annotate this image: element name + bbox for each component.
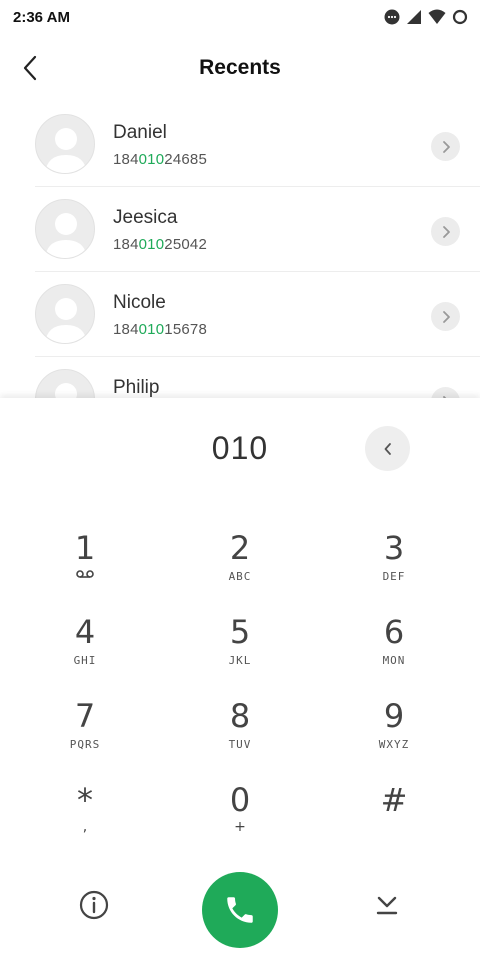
- contact-number: 18401025042: [113, 236, 207, 253]
- key-digit: 8: [229, 697, 251, 735]
- phone-icon: [227, 897, 253, 923]
- list-item[interactable]: Philip: [0, 357, 480, 400]
- key-7[interactable]: 7 PQRS: [25, 698, 145, 768]
- key-digit: 9: [383, 697, 405, 735]
- key-letters: TUV: [228, 738, 252, 751]
- key-4[interactable]: 4 GHI: [25, 614, 145, 684]
- dialer-actions: [0, 872, 480, 952]
- avatar: [35, 369, 95, 400]
- contact-name: Jeesica: [113, 207, 178, 228]
- call-button[interactable]: [202, 872, 278, 948]
- battery-icon: [452, 9, 468, 25]
- key-letters: ,: [82, 819, 88, 835]
- contact-name: Daniel: [113, 122, 167, 143]
- person-silhouette-icon: [55, 383, 77, 400]
- key-letters: DEF: [382, 570, 406, 583]
- list-item[interactable]: Nicole 18401015678: [0, 272, 480, 357]
- key-digit: 3: [383, 529, 405, 567]
- avatar: [35, 114, 95, 174]
- key-6[interactable]: 6 MON: [334, 614, 454, 684]
- key-digit: 4: [74, 613, 96, 651]
- list-item[interactable]: Daniel 18401024685: [0, 102, 480, 187]
- key-3[interactable]: 3 DEF: [334, 530, 454, 600]
- status-icons: [384, 9, 468, 25]
- contact-detail-button[interactable]: [431, 302, 460, 331]
- key-letters: MON: [382, 654, 406, 667]
- contact-name: Philip: [113, 377, 160, 398]
- contact-number: 18401015678: [113, 321, 207, 338]
- key-letters: ABC: [228, 570, 252, 583]
- key-hash[interactable]: #: [334, 782, 454, 852]
- key-9[interactable]: 9 WXYZ: [334, 698, 454, 768]
- key-digit: 5: [229, 613, 251, 651]
- key-digit: 7: [74, 697, 96, 735]
- key-digit: 6: [383, 613, 405, 651]
- person-silhouette-icon: [45, 128, 87, 173]
- header: Recents: [0, 44, 480, 92]
- chevron-right-icon: [442, 225, 450, 238]
- chevron-left-icon: [384, 442, 391, 455]
- person-silhouette-icon: [45, 298, 87, 343]
- key-digit: 1: [74, 529, 96, 567]
- voicemail-icon: [76, 570, 94, 578]
- key-digit: *: [77, 781, 93, 819]
- info-icon: [79, 890, 109, 920]
- key-letters: WXYZ: [378, 738, 410, 751]
- key-letters: PQRS: [69, 738, 101, 751]
- chevron-right-icon: [442, 310, 450, 323]
- contact-name: Nicole: [113, 292, 166, 313]
- key-digit: 2: [229, 529, 251, 567]
- collapse-down-icon: [376, 896, 398, 915]
- status-time: 2:36 AM: [13, 9, 70, 26]
- recents-list: Daniel 18401024685 Jeesica 18401025042 N…: [0, 102, 480, 400]
- wifi-icon: [428, 9, 446, 24]
- signal-icon: [407, 10, 421, 24]
- key-8[interactable]: 8 TUV: [180, 698, 300, 768]
- key-letters: GHI: [73, 654, 97, 667]
- backspace-button[interactable]: [365, 426, 410, 471]
- avatar: [35, 284, 95, 344]
- key-star[interactable]: * ,: [25, 782, 145, 852]
- key-letters: JKL: [228, 654, 252, 667]
- key-digit: #: [380, 781, 408, 819]
- key-2[interactable]: 2 ABC: [180, 530, 300, 600]
- status-bar: 2:36 AM: [0, 0, 480, 34]
- key-digit: 0: [229, 781, 251, 819]
- notification-dots-icon: [384, 9, 400, 25]
- info-button[interactable]: [77, 888, 111, 922]
- contact-number: 18401024685: [113, 151, 207, 168]
- key-0[interactable]: 0 +: [180, 782, 300, 852]
- person-silhouette-icon: [45, 213, 87, 258]
- list-item[interactable]: Jeesica 18401025042: [0, 187, 480, 272]
- collapse-dialpad-button[interactable]: [370, 888, 404, 922]
- chevron-right-icon: [442, 140, 450, 153]
- dialer-panel: 010 1 2 ABC 3 DEF 4 GHI 5 JKL 6 MON 7 PQ…: [0, 398, 480, 960]
- contact-detail-button[interactable]: [431, 132, 460, 161]
- key-1[interactable]: 1: [25, 530, 145, 600]
- key-letters: +: [234, 819, 246, 835]
- avatar: [35, 199, 95, 259]
- key-5[interactable]: 5 JKL: [180, 614, 300, 684]
- contact-detail-button[interactable]: [431, 217, 460, 246]
- page-title: Recents: [199, 56, 281, 79]
